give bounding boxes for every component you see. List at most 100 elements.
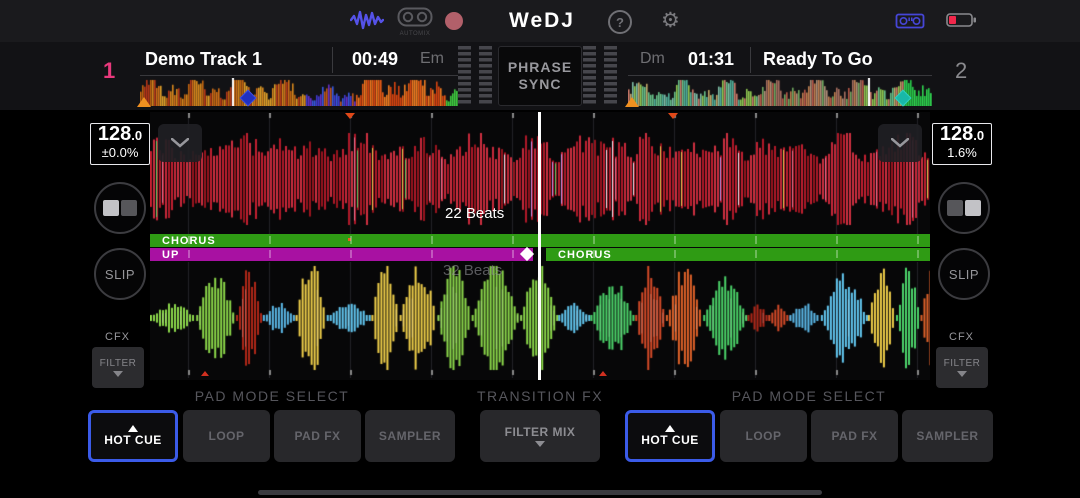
divider — [332, 47, 333, 73]
phrase-bar-tick — [512, 250, 514, 258]
phrase-bar-tick — [431, 236, 433, 244]
deck2-slip-label: SLIP — [949, 267, 979, 282]
deck2-pad-hot-cue-button[interactable]: HOT CUE — [625, 410, 715, 462]
deck1-cue-marker-top — [345, 113, 355, 119]
phrase-bar-tick — [350, 250, 352, 258]
main-waveform-panel: CHORUS UP CHORUS 22 Beats 32 Beats — [150, 112, 930, 380]
deck-select-right-square — [965, 200, 981, 216]
phrase-sync-button[interactable]: PHRASE SYNC — [498, 46, 582, 106]
deck1-filter-label: FILTER — [100, 358, 137, 369]
divider — [140, 75, 458, 76]
chevron-down-icon — [535, 441, 545, 447]
deck2-bpm-display[interactable]: 128.0 1.6% — [932, 123, 992, 165]
deck2-level-meter — [604, 46, 617, 104]
deck2-number: 2 — [955, 58, 967, 84]
playhead-line — [538, 112, 541, 380]
deck1-level-meter — [458, 46, 471, 104]
deck1-level-meter — [479, 46, 492, 104]
phrase-bar-tick — [917, 250, 919, 258]
phrase-bar-tick — [836, 236, 838, 244]
deck2-overview-waveform[interactable] — [628, 78, 932, 106]
deck1-pad-loop-button[interactable]: LOOP — [183, 410, 270, 462]
phrase-bar-tick — [269, 236, 271, 244]
deck1-cfx-filter-button[interactable]: FILTER — [92, 347, 144, 388]
deck1-collapse-chevron-button[interactable] — [158, 124, 202, 162]
deck-select-left-square — [103, 200, 119, 216]
chevron-down-icon — [171, 138, 189, 148]
phrase-bar-tick — [431, 250, 433, 258]
deck1-bpm-display[interactable]: 128.0 ±0.0% — [90, 123, 150, 165]
automix-icon[interactable]: AUTOMIX — [397, 7, 433, 37]
app-title: WeDJ — [509, 9, 575, 33]
deck2-pad-fx-label: PAD FX — [831, 429, 877, 443]
deck2-key: Dm — [640, 50, 665, 68]
deck2-bpm-frac: .0 — [973, 128, 984, 143]
waveform-display-toggle-icon[interactable] — [350, 8, 384, 32]
divider — [628, 75, 932, 76]
deck2-bpm: 128 — [940, 123, 973, 145]
deck2-time[interactable]: 01:31 — [688, 49, 734, 70]
deck2-pad-fx-button[interactable]: PAD FX — [811, 410, 898, 462]
deck1-tempo: ±0.0% — [91, 145, 149, 160]
phrase-bar-tick — [755, 236, 757, 244]
deck1-cfx-label: CFX — [105, 331, 130, 343]
deck-header-row: 1 Demo Track 1 00:49 Em PHRASE SYNC Dm 0… — [0, 42, 1080, 110]
settings-gear-icon[interactable]: ⚙ — [661, 10, 680, 31]
phrase-bar-tick — [755, 250, 757, 258]
triangle-up-icon — [665, 425, 675, 432]
phrase-bar-tick — [836, 250, 838, 258]
phrase-bar-tick — [269, 250, 271, 258]
deck1-pad-hot-cue-button[interactable]: HOT CUE — [88, 410, 178, 462]
chevron-down-icon — [891, 138, 909, 148]
deck2-track-title[interactable]: Ready To Go — [763, 49, 873, 70]
deck1-phrase-label: CHORUS — [150, 235, 216, 247]
help-icon[interactable]: ? — [608, 10, 632, 34]
deck2-tempo: 1.6% — [933, 145, 991, 160]
deck2-phrase-label: CHORUS — [546, 249, 612, 261]
deck2-collapse-chevron-button[interactable] — [878, 124, 922, 162]
deck2-level-meter — [583, 46, 596, 104]
deck2-cue-marker-bottom — [599, 371, 607, 376]
deck1-pad-fx-label: PAD FX — [294, 429, 340, 443]
deck2-loop-label: LOOP — [745, 429, 781, 443]
deck2-cue-marker-bottom — [201, 371, 209, 376]
deck2-cue-marker — [625, 97, 639, 107]
deck1-slip-label: SLIP — [105, 267, 135, 282]
phrase-bar-tick — [350, 236, 352, 244]
phrase-bar-tick — [917, 236, 919, 244]
deck2-slip-button[interactable]: SLIP — [938, 248, 990, 300]
top-bar: AUTOMIX WeDJ ? ⚙ — [0, 0, 1080, 42]
automix-caption: AUTOMIX — [397, 31, 433, 37]
chevron-down-icon — [113, 371, 123, 377]
deck1-slip-button[interactable]: SLIP — [94, 248, 146, 300]
deck1-track-title[interactable]: Demo Track 1 — [145, 49, 262, 70]
deck1-pad-fx-button[interactable]: PAD FX — [274, 410, 361, 462]
deck1-overview-waveform[interactable] — [140, 78, 458, 106]
deck1-deck-select-toggle[interactable] — [94, 182, 146, 234]
deck2-pad-loop-button[interactable]: LOOP — [720, 410, 807, 462]
phrase-bar-tick — [188, 250, 190, 258]
deck2-pad-sampler-button[interactable]: SAMPLER — [902, 410, 993, 462]
deck2-filter-label: FILTER — [944, 358, 981, 369]
deck-select-right-square — [121, 200, 137, 216]
deck1-beats-count: 22 Beats — [445, 205, 504, 222]
deck1-key: Em — [420, 50, 444, 68]
phrase-bar-tick — [674, 250, 676, 258]
filter-mix-label: FILTER MIX — [505, 425, 576, 439]
record-button[interactable] — [445, 12, 463, 30]
deck1-time[interactable]: 00:49 — [352, 49, 398, 70]
deck1-bpm: 128 — [98, 123, 131, 145]
deck2-phrase-bar-chorus: CHORUS — [546, 248, 930, 261]
deck2-cfx-filter-button[interactable]: FILTER — [936, 347, 988, 388]
phrase-sync-line1: PHRASE — [508, 59, 572, 76]
phrase-bar-tick — [593, 236, 595, 244]
deck2-hot-cue-label: HOT CUE — [641, 433, 699, 447]
transition-fx-filter-mix-button[interactable]: FILTER MIX — [480, 410, 600, 462]
deck2-deck-select-toggle[interactable] — [938, 182, 990, 234]
deck2-beats-count: 32 Beats — [443, 262, 502, 279]
deck1-cue-marker — [137, 97, 151, 107]
transition-fx-label: TRANSITION FX — [477, 388, 603, 404]
deck1-pad-sampler-button[interactable]: SAMPLER — [365, 410, 455, 462]
phrase-sync-line2: SYNC — [519, 76, 562, 93]
controller-icon[interactable] — [895, 11, 925, 31]
